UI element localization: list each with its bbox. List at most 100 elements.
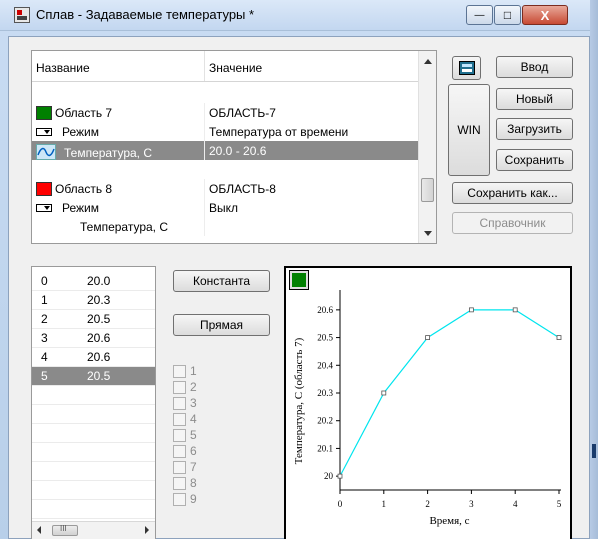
- table-hscrollbar[interactable]: III: [32, 521, 155, 539]
- new-button[interactable]: Новый: [496, 88, 573, 110]
- table-row[interactable]: 0 20.0: [32, 272, 155, 291]
- x-tick-label: 2: [425, 499, 430, 509]
- wave-icon: [36, 144, 56, 160]
- table-row[interactable]: [32, 462, 155, 481]
- y-tick-label: 20.4: [317, 360, 333, 370]
- checkbox-box[interactable]: [173, 381, 186, 394]
- property-name-cell: Область 7: [36, 106, 112, 120]
- scrollbar-grip: III: [60, 524, 67, 533]
- load-button[interactable]: Загрузить: [496, 118, 573, 140]
- property-row-mode[interactable]: Режим Выкл: [32, 198, 418, 217]
- data-point: [512, 307, 518, 313]
- property-name-cell: Режим: [36, 201, 99, 215]
- window-right-edge: [590, 0, 598, 539]
- x-tick-label: 5: [557, 499, 562, 509]
- minimize-icon: —: [474, 9, 485, 21]
- x-tick-label: 0: [338, 499, 343, 509]
- x-tick-label: 4: [513, 499, 518, 509]
- window-title: Сплав - Задаваемые температуры *: [36, 7, 255, 22]
- table-row[interactable]: 2 20.5: [32, 310, 155, 329]
- table-row[interactable]: [32, 424, 155, 443]
- property-value-cell: ОБЛАСТЬ-7: [209, 106, 276, 120]
- property-list-header: Название Значение: [32, 51, 418, 82]
- scroll-up-icon[interactable]: [424, 59, 432, 64]
- property-name-cell: Режим: [36, 125, 99, 139]
- checkbox-box[interactable]: [173, 493, 186, 506]
- data-point: [337, 473, 343, 479]
- property-value-cell: Выкл: [209, 201, 239, 215]
- checkbox-box[interactable]: [173, 365, 186, 378]
- y-tick-label: 20.1: [317, 443, 333, 453]
- column-header-name[interactable]: Название: [36, 61, 90, 75]
- constant-button[interactable]: Константа: [173, 270, 270, 292]
- minimize-button[interactable]: —: [466, 5, 493, 25]
- scrollbar-thumb[interactable]: [421, 178, 434, 202]
- table-row[interactable]: 1 20.3: [32, 291, 155, 310]
- property-row-region7[interactable]: Область 7 ОБЛАСТЬ-7: [32, 103, 418, 122]
- table-row[interactable]: [32, 443, 155, 462]
- region-color-swatch: [36, 182, 52, 196]
- calculator-button[interactable]: [452, 56, 481, 80]
- scrollbar-thumb[interactable]: III: [52, 524, 78, 536]
- data-point: [556, 335, 562, 340]
- property-row-temperature[interactable]: Температура, С: [32, 217, 418, 236]
- checkbox-box[interactable]: [173, 429, 186, 442]
- data-point: [468, 307, 474, 313]
- y-tick-label: 20.2: [317, 416, 333, 426]
- property-row-region8[interactable]: Область 8 ОБЛАСТЬ-8: [32, 179, 418, 198]
- property-row-temperature[interactable]: Температура, С 20.0 - 20.6: [32, 141, 418, 160]
- maximize-icon: □: [503, 8, 512, 22]
- y-tick-label: 20.5: [317, 333, 333, 343]
- scroll-left-icon[interactable]: [37, 526, 41, 534]
- x-axis-label: Время, с: [429, 515, 469, 527]
- checkbox-box[interactable]: [173, 397, 186, 410]
- y-tick-label: 20.6: [317, 305, 333, 315]
- scroll-down-icon[interactable]: [424, 231, 432, 236]
- scroll-right-icon[interactable]: [145, 526, 149, 534]
- column-header-value[interactable]: Значение: [209, 61, 262, 75]
- property-list[interactable]: Название Значение Область 7 ОБЛАСТЬ-7 Ре…: [31, 50, 437, 244]
- y-tick-label: 20: [324, 471, 334, 481]
- checkbox-box[interactable]: [173, 477, 186, 490]
- table-row[interactable]: [32, 500, 155, 519]
- close-button[interactable]: X: [522, 5, 568, 25]
- save-button[interactable]: Сохранить: [496, 149, 573, 171]
- input-button[interactable]: Ввод: [496, 56, 573, 78]
- property-name-cell: Температура, С: [80, 220, 169, 234]
- data-point: [381, 390, 387, 396]
- property-value-cell: ОБЛАСТЬ-8: [209, 182, 276, 196]
- property-row-mode[interactable]: Режим Температура от времени: [32, 122, 418, 141]
- property-list-scrollbar[interactable]: [418, 51, 436, 243]
- property-name-cell: Температура, С: [36, 144, 152, 160]
- table-row[interactable]: [32, 405, 155, 424]
- x-tick-label: 3: [469, 499, 474, 509]
- line-button[interactable]: Прямая: [173, 314, 270, 336]
- table-row[interactable]: 5 20.5: [32, 367, 155, 386]
- table-row[interactable]: 4 20.6: [32, 348, 155, 367]
- series-line: [339, 309, 560, 477]
- property-value-cell: Температура от времени: [209, 125, 349, 139]
- table-row[interactable]: 3 20.6: [32, 329, 155, 348]
- y-axis-label: Температура, С (область 7): [293, 337, 305, 464]
- y-tick-label: 20.3: [317, 388, 333, 398]
- calculator-icon: [458, 61, 475, 75]
- maximize-button[interactable]: □: [494, 5, 521, 25]
- table-row[interactable]: [32, 386, 155, 405]
- checkbox-box[interactable]: [173, 461, 186, 474]
- table-row[interactable]: [32, 481, 155, 500]
- save-as-button[interactable]: Сохранить как...: [452, 182, 573, 204]
- reference-button: Справочник: [452, 212, 573, 234]
- app-icon: [14, 7, 30, 23]
- mode-icon: [36, 204, 52, 212]
- temperature-table[interactable]: 0 20.0 1 20.3 2 20.5 3 20.6 4 20.6 5 20.5 III: [31, 266, 156, 539]
- win-button[interactable]: WIN: [448, 84, 490, 176]
- checkbox-box[interactable]: [173, 445, 186, 458]
- checkbox-box[interactable]: [173, 413, 186, 426]
- data-point: [425, 335, 431, 340]
- property-name-cell: Область 8: [36, 182, 112, 196]
- close-icon: X: [540, 7, 550, 23]
- property-value-cell[interactable]: 20.0 - 20.6: [209, 144, 266, 158]
- title-bar[interactable]: Сплав - Задаваемые температуры * — □ X: [0, 0, 598, 31]
- region-color-swatch: [36, 106, 52, 120]
- x-tick-label: 1: [382, 499, 387, 509]
